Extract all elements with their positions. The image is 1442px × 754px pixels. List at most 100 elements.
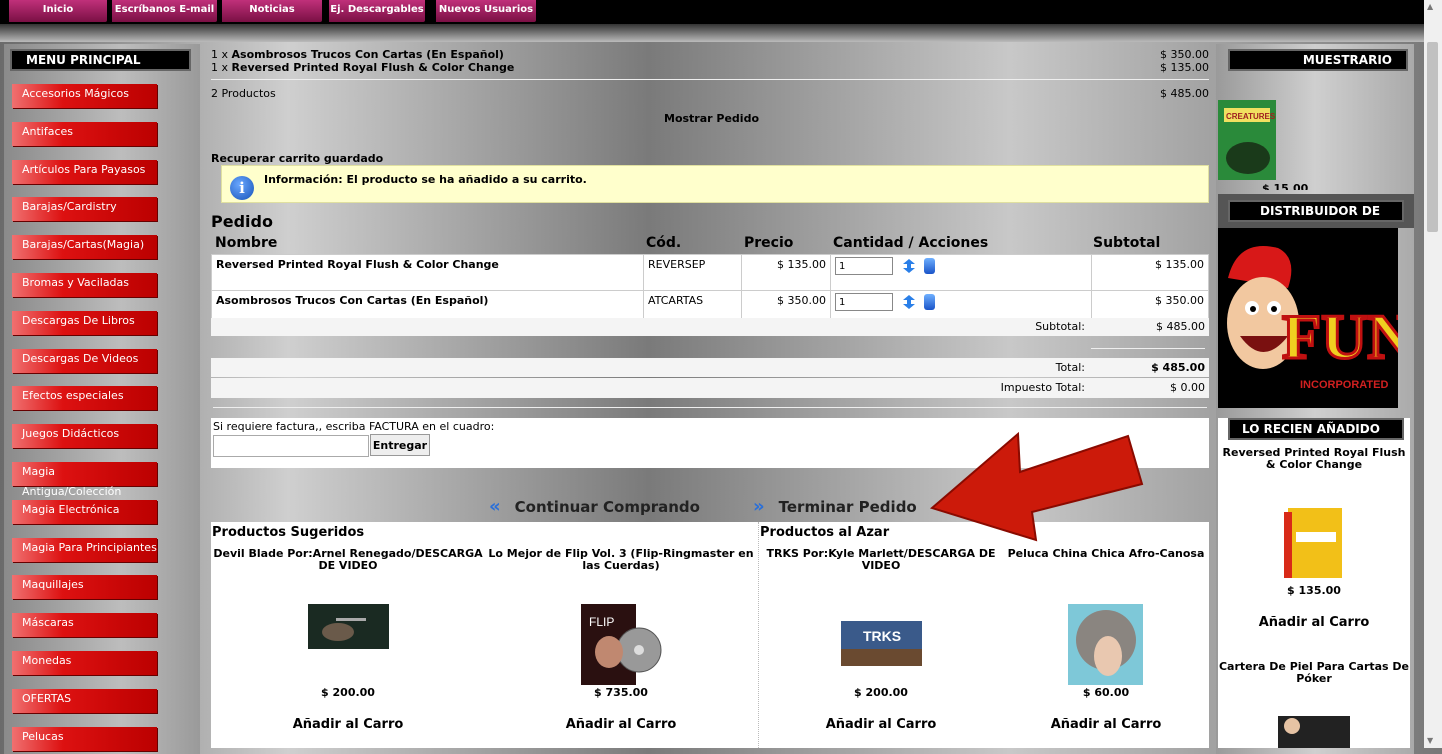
fun-logo-sub: INCORPORATED (1300, 379, 1388, 391)
item-qty-actions (830, 254, 1092, 291)
divider (213, 407, 1207, 408)
mini-cart-item-link[interactable]: Reversed Printed Royal Flush & Color Cha… (232, 61, 515, 74)
menu-item[interactable]: Pelucas (12, 726, 157, 751)
item-price: $ 135.00 (741, 254, 831, 291)
delete-icon[interactable] (924, 293, 935, 310)
recent-item-title[interactable]: Reversed Printed Royal Flush & Color Cha… (1216, 447, 1412, 471)
random-title: Productos al Azar (760, 525, 890, 540)
scroll-down-icon[interactable]: ▼ (1427, 736, 1433, 745)
item-subtotal: $ 135.00 (1091, 254, 1209, 291)
menu-item[interactable]: Máscaras (12, 613, 157, 638)
menu-item[interactable]: Magia Electrónica (12, 499, 157, 524)
total-row: Total: $ 485.00 (211, 358, 1209, 377)
submit-invoice-button[interactable]: Entregar (370, 434, 430, 456)
recent-item-2-title[interactable]: Cartera De Piel Para Cartas De Póker (1216, 661, 1412, 685)
recover-cart-link[interactable]: Recuperar carrito guardado (211, 152, 383, 165)
menu-item[interactable]: Accesorios Mágicos (12, 84, 157, 108)
total-value: $ 485.00 (1151, 361, 1205, 374)
product-image-devil-blade[interactable] (308, 604, 389, 649)
menu-item[interactable]: Antifaces (12, 121, 157, 146)
mini-cart-price-1: $ 350.00 (1160, 48, 1209, 61)
menu-item[interactable]: Magia Antigua/Colección (12, 462, 157, 498)
product-title[interactable]: Devil Blade Por:Arnel Renegado/DESCARGA … (211, 548, 485, 572)
add-to-cart-button[interactable]: Añadir al Carro (759, 717, 1003, 732)
product-price: $ 60.00 (1082, 686, 1130, 699)
nav-nuevos-usuarios[interactable]: Nuevos Usuarios (436, 0, 536, 22)
order-table: Reversed Printed Royal Flush & Color Cha… (211, 254, 1209, 327)
muestrario-image[interactable]: CREATURES (1218, 100, 1276, 180)
product-image-trks[interactable]: TRKS (841, 621, 922, 666)
menu-item[interactable]: Barajas/Cardistry (12, 197, 157, 222)
recent-item-price: $ 135.00 (1287, 584, 1341, 597)
menu-item[interactable]: Bromas y Vaciladas (12, 273, 157, 297)
show-order-link[interactable]: Mostrar Pedido (664, 112, 759, 125)
order-title: Pedido (211, 212, 273, 231)
scroll-up-icon[interactable]: ▲ (1427, 2, 1433, 11)
scrollbar-thumb[interactable] (1427, 42, 1438, 232)
nav-ej-descargables[interactable]: Ej. Descargables (329, 0, 425, 22)
fun-incorporated-logo[interactable]: FUN INCORPORATED (1218, 228, 1398, 408)
recent-add-to-cart-button[interactable]: Añadir al Carro (1216, 615, 1412, 630)
product-title[interactable]: TRKS Por:Kyle Marlett/DESCARGA DE VIDEO (759, 548, 1003, 572)
mini-cart-total: $ 485.00 (1160, 87, 1209, 100)
info-message: Información: El producto se ha añadido a… (264, 173, 587, 186)
update-icon[interactable] (901, 258, 917, 274)
product-price: $ 735.00 (594, 686, 648, 699)
menu-item[interactable]: Artículos Para Payasos (12, 159, 157, 184)
continue-shopping-link[interactable]: « Continuar Comprando (489, 496, 700, 517)
checkout-link[interactable]: » Terminar Pedido (753, 496, 917, 517)
menu-item[interactable]: Magia Para Principiantes (12, 537, 157, 562)
continue-shopping-label: Continuar Comprando (514, 498, 700, 516)
nav-inicio[interactable]: Inicio (9, 0, 107, 22)
mini-cart-line-2: 1 x Reversed Printed Royal Flush & Color… (211, 61, 514, 74)
item-code: REVERSEP (643, 254, 742, 291)
table-row: Reversed Printed Royal Flush & Color Cha… (211, 254, 1209, 291)
mini-cart-item-link[interactable]: Asombrosos Trucos Con Cartas (En Español… (232, 48, 504, 61)
recent-item-image[interactable] (1274, 502, 1353, 582)
total-label: Total: (1055, 361, 1085, 374)
product-image-flip[interactable]: FLIP (581, 604, 662, 685)
red-arrow-icon (929, 431, 1144, 542)
menu-item[interactable]: Efectos especiales (12, 386, 157, 411)
mini-cart-qty: 1 x (211, 48, 229, 61)
fun-logo-text: FUN (1282, 301, 1398, 372)
menu-item[interactable]: OFERTAS (12, 688, 157, 713)
menu-item[interactable]: Monedas (12, 651, 157, 675)
tax-label: Impuesto Total: (1000, 381, 1085, 394)
product-image-flip-text: FLIP (589, 615, 614, 629)
delete-icon[interactable] (924, 257, 935, 274)
item-name[interactable]: Reversed Printed Royal Flush & Color Cha… (211, 254, 644, 291)
menu-item[interactable]: Descargas De Videos (12, 348, 157, 373)
quantity-input[interactable] (835, 293, 893, 311)
product-title[interactable]: Lo Mejor de Flip Vol. 3 (Flip-Ringmaster… (485, 548, 757, 572)
suggested-title: Productos Sugeridos (212, 525, 365, 540)
recent-title: LO RECIEN AÑADIDO (1228, 418, 1404, 440)
top-bar: Inicio Escríbanos E-mail Noticias Ej. De… (0, 0, 1442, 24)
nav-escribanos-email[interactable]: Escríbanos E-mail (112, 0, 217, 22)
menu-item[interactable]: Juegos Didácticos (12, 424, 157, 449)
product-title[interactable]: Peluca China Chica Afro-Canosa (1003, 548, 1209, 560)
recent-item-2-image[interactable] (1278, 716, 1350, 748)
invoice-label: Si requiere factura,, escriba FACTURA en… (213, 420, 495, 433)
main-menu-title: MENU PRINCIPAL (10, 49, 191, 71)
menu-item[interactable]: Barajas/Cartas(Magia) (12, 235, 157, 260)
add-to-cart-button[interactable]: Añadir al Carro (485, 717, 757, 732)
double-chevron-left-icon: « (489, 496, 501, 517)
add-to-cart-button[interactable]: Añadir al Carro (1003, 717, 1209, 732)
subtotal-row: Subtotal: $ 485.00 (211, 318, 1209, 336)
product-image-wig[interactable] (1068, 604, 1143, 685)
double-chevron-right-icon: » (753, 496, 765, 517)
mini-cart-line-1: 1 x Asombrosos Trucos Con Cartas (En Esp… (211, 48, 504, 61)
menu-item[interactable]: Maquillajes (12, 575, 157, 600)
invoice-input[interactable] (213, 435, 369, 457)
menu-item[interactable]: Descargas De Libros (12, 310, 157, 335)
nav-noticias[interactable]: Noticias (222, 0, 322, 22)
checkout-label: Terminar Pedido (778, 498, 917, 516)
muestrario-title: MUESTRARIO (1228, 49, 1408, 71)
product-price: $ 200.00 (321, 686, 375, 699)
info-message-box: i Información: El producto se ha añadido… (221, 165, 1209, 203)
update-icon[interactable] (901, 294, 917, 310)
add-to-cart-button[interactable]: Añadir al Carro (211, 717, 485, 732)
quantity-input[interactable] (835, 257, 893, 275)
subtotal-label: Subtotal: (1035, 320, 1085, 333)
